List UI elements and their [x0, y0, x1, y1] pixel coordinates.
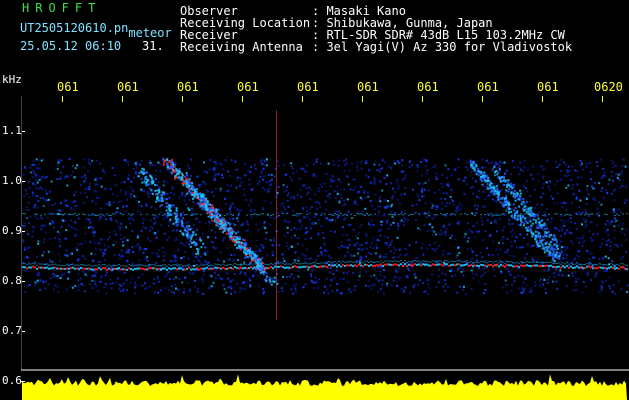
y-tick-label: 1.1 [2, 124, 22, 137]
signal-level-trace [22, 374, 627, 400]
y-tick-label: 0.8 [2, 274, 22, 287]
x-tick-label: 0620 [594, 80, 623, 94]
y-tick-label: 0.7 [2, 324, 22, 337]
spectrogram-signals [22, 110, 628, 320]
detection-count: 31. [142, 39, 164, 53]
x-tick-label: 061 [237, 80, 259, 94]
x-tick-label: 061 [537, 80, 559, 94]
y-tick-label: 1.0 [2, 174, 22, 187]
spectrogram-plot [21, 96, 629, 400]
antenna-value: : 3el Yagi(V) Az 330 for Vladivostok [312, 40, 573, 54]
x-tick-label: 061 [117, 80, 139, 94]
x-tick-label: 061 [417, 80, 439, 94]
y-tick-label: 0.6 [2, 374, 22, 387]
x-tick-label: 061 [57, 80, 79, 94]
x-tick-label: 061 [477, 80, 499, 94]
x-tick-label: 061 [297, 80, 319, 94]
capture-datetime: 25.05.12 06:10 [20, 39, 122, 53]
image-filename: UT2505120610.pnmeteor [20, 21, 172, 39]
spectrogram-noise [22, 158, 629, 295]
app-title: HROFFT [22, 1, 102, 15]
filename-suffix: meteor [128, 26, 172, 40]
x-tick-label: 061 [357, 80, 379, 94]
y-axis-unit: kHz [2, 73, 22, 86]
y-tick-label: 0.9 [2, 224, 22, 237]
filename-text: UT2505120610.pn [20, 21, 129, 35]
antenna-label: Receiving Antenna [180, 40, 303, 54]
x-tick-label: 061 [177, 80, 199, 94]
hrofft-spectrogram-window: HROFFT UT2505120610.pnmeteor 25.05.12 06… [0, 0, 629, 400]
